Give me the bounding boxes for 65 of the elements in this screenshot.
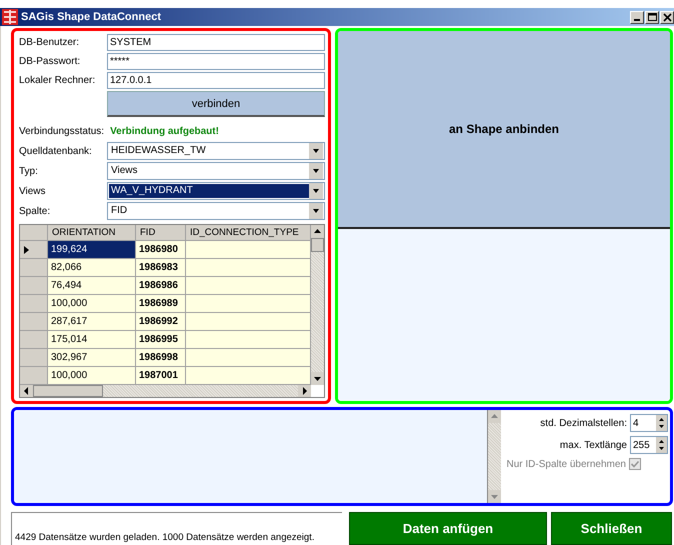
decimals-label: std. Dezimalstellen:: [540, 418, 627, 428]
dropdown[interactable]: Views: [107, 162, 325, 180]
scroll-down-icon[interactable]: [311, 372, 324, 386]
field-label: Quelldatenbank:: [19, 146, 93, 157]
window-title: SAGis Shape DataConnect: [21, 11, 161, 23]
table-cell: 287,617: [48, 313, 136, 332]
column-header[interactable]: ORIENTATION: [48, 225, 136, 242]
text-length-label: max. Textlänge: [560, 440, 627, 450]
scroll-right-icon[interactable]: [298, 385, 311, 398]
table-cell: 1986983: [136, 259, 186, 278]
table-cell: 199,624: [48, 241, 136, 260]
spinner-arrows-icon[interactable]: [656, 415, 667, 431]
dropdown[interactable]: HEIDEWASSER_TW: [107, 142, 325, 160]
close-icon: [662, 12, 672, 22]
table-cell: 1986995: [136, 331, 186, 350]
row-pointer-icon: [24, 246, 29, 254]
dropdown[interactable]: FID: [107, 202, 325, 220]
append-button[interactable]: Daten anfügen: [349, 512, 547, 545]
spinner-arrows-icon[interactable]: [656, 437, 667, 453]
table-cell: 1986980: [136, 241, 186, 260]
text-length-spinner[interactable]: 255: [630, 436, 668, 454]
field-label: Lokaler Rechner:: [19, 75, 96, 86]
table-cell: 82,066: [48, 259, 136, 278]
row-header[interactable]: [20, 241, 48, 260]
table-cell: 1986992: [136, 313, 186, 332]
table-cell: 100,000: [48, 295, 136, 314]
field-label: DB-Benutzer:: [19, 37, 80, 48]
input-field[interactable]: 127.0.0.1: [107, 72, 325, 90]
shape-button[interactable]: an Shape anbinden: [338, 31, 670, 229]
column-header[interactable]: ID_CONNECTION_TYPE: [186, 225, 311, 242]
table-cell: 76,494: [48, 277, 136, 296]
table-cell: 100,000: [48, 367, 136, 386]
table-cell: 1986986: [136, 277, 186, 296]
table-cell: 1986998: [136, 349, 186, 368]
dropdown[interactable]: WA_V_HYDRANT: [107, 182, 325, 200]
horizontal-scrollbar[interactable]: [20, 385, 311, 398]
scroll-thumb[interactable]: [311, 238, 324, 252]
maximize-icon: [648, 12, 656, 22]
field-label: Typ:: [19, 166, 39, 177]
checkbox-label: Nur ID-Spalte übernehmen: [506, 458, 626, 470]
maximize-button[interactable]: [645, 10, 659, 24]
close-dialog-button[interactable]: Schließen: [551, 512, 672, 545]
close-button[interactable]: [660, 10, 674, 24]
input-field[interactable]: *****: [107, 53, 325, 70]
table-cell: 1986989: [136, 295, 186, 314]
column-header[interactable]: FID: [136, 225, 186, 242]
field-label: Views: [19, 186, 46, 197]
status-label: Verbindungsstatus:: [19, 126, 104, 137]
table-cell: 175,014: [48, 331, 136, 350]
table-cell: 1987001: [136, 367, 186, 386]
status-value: Verbindung aufgebaut!: [110, 126, 219, 137]
scroll-thumb[interactable]: [33, 385, 103, 398]
table-cell: 302,967: [48, 349, 136, 368]
checkbox[interactable]: [629, 458, 641, 470]
decimals-spinner[interactable]: 4: [630, 414, 668, 432]
field-label: DB-Passwort:: [19, 56, 82, 68]
minimize-button[interactable]: [630, 10, 644, 24]
minimize-icon: [634, 18, 640, 20]
connect-button[interactable]: verbinden: [107, 91, 325, 118]
field-label: Spalte:: [19, 206, 52, 217]
scroll-up-icon[interactable]: [311, 225, 324, 238]
input-field[interactable]: SYSTEM: [107, 34, 325, 52]
scroll-left-icon[interactable]: [20, 385, 33, 398]
status-text: 4429 Datensätze wurden geladen. 1000 Datensätze werden angezeigt.: [15, 532, 314, 543]
vertical-scrollbar[interactable]: [311, 225, 324, 386]
